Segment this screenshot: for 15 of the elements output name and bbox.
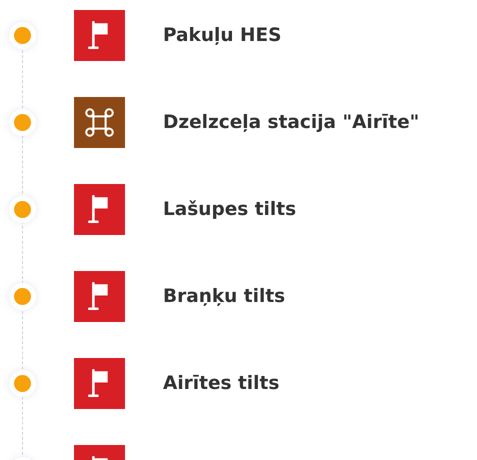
place-name[interactable]: Braņķu tilts — [163, 286, 286, 306]
timeline-dot — [14, 200, 31, 218]
place-name[interactable]: Pakuļu HES — [163, 24, 282, 46]
timeline-dot — [14, 288, 31, 304]
flag-icon — [74, 184, 125, 234]
place-name[interactable]: Airītes tilts — [163, 372, 280, 394]
place-name[interactable]: Dzelzceļa stacija "Airīte" — [163, 112, 420, 132]
place-name[interactable]: Lašupes tilts — [163, 198, 296, 220]
timeline-dot — [14, 114, 31, 130]
timeline-dot — [14, 26, 31, 44]
flag-icon — [74, 10, 125, 60]
command-key-icon — [74, 96, 125, 148]
flag-icon — [74, 358, 125, 408]
timeline-dot — [14, 374, 31, 392]
flag-icon — [74, 270, 125, 322]
